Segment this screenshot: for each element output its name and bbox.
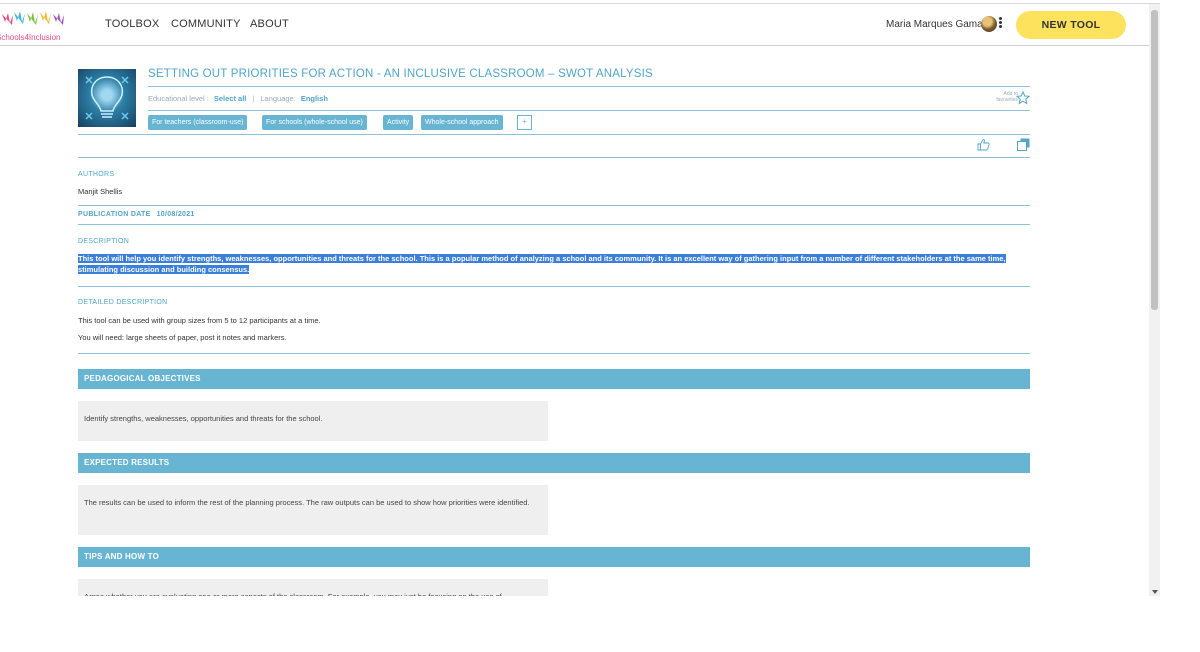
tag-schools[interactable]: For schools (whole-school use) — [262, 115, 367, 130]
authors-divider — [78, 205, 1030, 206]
detailed-description-line2: You will need: large sheets of paper, po… — [78, 333, 287, 342]
tags-divider — [78, 134, 1030, 135]
more-tags-button[interactable]: + — [517, 115, 532, 130]
scrollbar-thumb[interactable] — [1151, 10, 1158, 310]
educational-level-select[interactable]: Select all — [214, 94, 247, 103]
page-scrollbar[interactable] — [1149, 4, 1160, 596]
lightbulb-icon — [85, 76, 129, 120]
title-divider — [148, 86, 1030, 87]
tool-thumbnail — [78, 69, 136, 127]
scroll-down-arrow-icon[interactable] — [1152, 590, 1158, 594]
educational-level-label: Educational level : — [148, 94, 209, 103]
description-selected-text: This tool will help you identify strengt… — [78, 254, 1006, 274]
detailed-description-label: DETAILED DESCRIPTION — [78, 299, 168, 306]
hands-graphic — [2, 11, 64, 25]
logo-text: Schools4Inclusion — [0, 33, 60, 42]
description-label: DESCRIPTION — [78, 238, 130, 245]
tips-and-how-to-text: Agree whether you are evaluating one or … — [78, 579, 548, 596]
new-tool-button[interactable]: NEW TOOL — [1016, 11, 1126, 39]
add-to-favourites-label[interactable]: Add to favourites — [988, 91, 1018, 103]
tag-teachers[interactable]: For teachers (classroom-use) — [148, 115, 248, 130]
detailed-description-divider — [78, 353, 1030, 354]
tag-whole-school[interactable]: Whole-school approach — [421, 115, 503, 130]
publication-date: PUBLICATION DATE 10/08/2021 — [78, 211, 195, 218]
section-pedagogical-objectives: PEDAGOGICAL OBJECTIVES — [78, 369, 1030, 389]
meta-divider — [148, 110, 1030, 111]
authors-label: AUTHORS — [78, 171, 115, 178]
thumbs-up-icon[interactable] — [977, 138, 990, 151]
language-label: Language: — [260, 94, 296, 103]
site-logo[interactable]: Schools4Inclusion — [0, 10, 70, 44]
tool-meta: Educational level : Select all | Language: E… — [148, 94, 328, 103]
nav-toolbox[interactable]: TOOLBOX — [105, 18, 159, 30]
nav-about[interactable]: ABOUT — [250, 18, 289, 30]
actions-divider — [78, 157, 1030, 158]
detailed-description-line1: This tool can be used with group sizes f… — [78, 316, 321, 325]
page-viewport: Schools4Inclusion TOOLBOX COMMUNITY ABOU… — [0, 0, 1160, 596]
pubdate-divider — [78, 224, 1030, 225]
tag-activity[interactable]: Activity — [383, 115, 414, 130]
pedagogical-objectives-text: Identify strengths, weaknesses, opportun… — [78, 401, 548, 441]
more-options-icon[interactable] — [997, 16, 1003, 32]
description-text: This tool will help you identify strengt… — [78, 253, 1028, 275]
language-select[interactable]: English — [301, 94, 328, 103]
expected-results-text: The results can be used to inform the re… — [78, 485, 548, 535]
description-divider — [78, 286, 1030, 287]
section-expected-results: EXPECTED RESULTS — [78, 453, 1030, 473]
author-name[interactable]: Manjit Shellis — [78, 187, 122, 196]
publication-date-label: PUBLICATION DATE — [78, 211, 151, 218]
nav-community[interactable]: COMMUNITY — [171, 18, 241, 30]
publication-date-value: 10/08/2021 — [156, 211, 195, 218]
site-header: Schools4Inclusion TOOLBOX COMMUNITY ABOU… — [0, 4, 1160, 46]
star-icon[interactable] — [1016, 91, 1030, 105]
section-tips-and-how-to: TIPS AND HOW TO — [78, 547, 1030, 567]
copy-icon[interactable] — [1017, 138, 1030, 151]
user-name[interactable]: Maria Marques Gama — [886, 19, 983, 30]
tool-title: SETTING OUT PRIORITIES FOR ACTION - AN I… — [148, 68, 653, 80]
avatar[interactable] — [981, 16, 997, 32]
